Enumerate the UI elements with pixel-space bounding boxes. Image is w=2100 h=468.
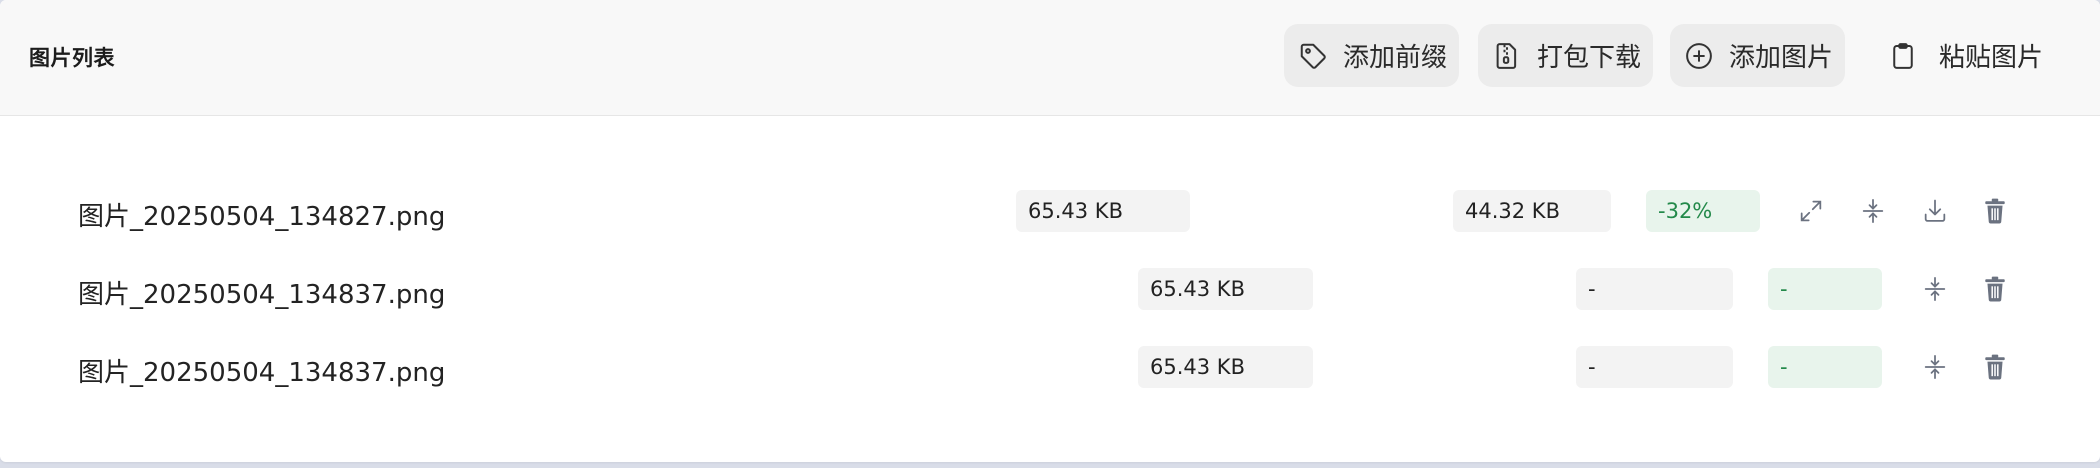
add-prefix-label: 添加前缀: [1342, 43, 1447, 73]
compression-ratio: -: [1768, 268, 1882, 310]
add-prefix-button[interactable]: 添加前缀: [1284, 24, 1459, 87]
pack-download-button[interactable]: 打包下载: [1478, 24, 1653, 87]
compress-icon[interactable]: [1920, 352, 1950, 382]
add-image-button[interactable]: 添加图片: [1670, 24, 1845, 87]
zip-file-icon: [1492, 41, 1522, 71]
compression-ratio: -32%: [1646, 190, 1760, 232]
trash-icon[interactable]: [1980, 274, 2010, 304]
clipboard-icon: [1888, 41, 1918, 71]
list-item: 图片_20250504_134827.png 65.43 KB 44.32 KB…: [0, 190, 2100, 234]
plus-circle-icon: [1684, 41, 1714, 71]
paste-image-button[interactable]: 粘贴图片: [1872, 24, 2055, 87]
image-list-panel: 图片列表 添加前缀 打包下载 添加图片 粘贴图片 图片_20250504_134…: [0, 0, 2100, 462]
paste-image-label: 粘贴图片: [1938, 43, 2043, 73]
compressed-size: 44.32 KB: [1453, 190, 1611, 232]
list-item: 图片_20250504_134837.png 65.43 KB - -: [0, 346, 2100, 390]
compressed-size: -: [1576, 346, 1733, 388]
file-name: 图片_20250504_134837.png: [78, 280, 446, 310]
list-item: 图片_20250504_134837.png 65.43 KB - -: [0, 268, 2100, 312]
file-name: 图片_20250504_134827.png: [78, 202, 446, 232]
add-image-label: 添加图片: [1728, 43, 1833, 73]
download-icon[interactable]: [1920, 196, 1950, 226]
page-title: 图片列表: [29, 46, 115, 70]
trash-icon[interactable]: [1980, 196, 2010, 226]
original-size: 65.43 KB: [1016, 190, 1190, 232]
image-list-header: 图片列表 添加前缀 打包下载 添加图片 粘贴图片: [0, 0, 2100, 116]
compression-ratio: -: [1768, 346, 1882, 388]
expand-icon[interactable]: [1796, 196, 1826, 226]
file-name: 图片_20250504_134837.png: [78, 358, 446, 388]
compress-icon[interactable]: [1920, 274, 1950, 304]
tag-icon: [1298, 41, 1328, 71]
original-size: 65.43 KB: [1138, 346, 1313, 388]
original-size: 65.43 KB: [1138, 268, 1313, 310]
compressed-size: -: [1576, 268, 1733, 310]
pack-download-label: 打包下载: [1536, 43, 1641, 73]
trash-icon[interactable]: [1980, 352, 2010, 382]
compress-icon[interactable]: [1858, 196, 1888, 226]
